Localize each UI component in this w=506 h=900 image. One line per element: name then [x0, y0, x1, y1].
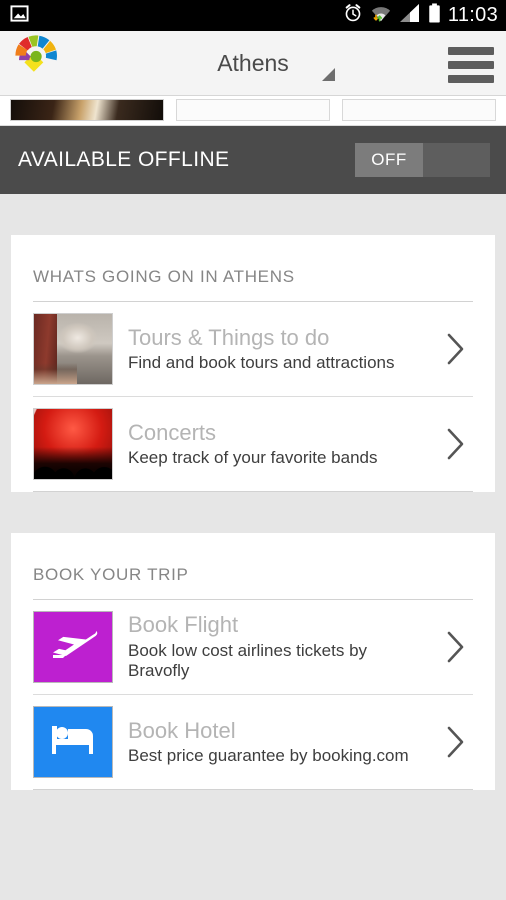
alarm-clock-icon: [343, 3, 363, 28]
hamburger-bar: [448, 61, 494, 69]
status-bar-notifications: [10, 4, 29, 28]
section-title: BOOK YOUR TRIP: [33, 533, 473, 600]
section-title: WHATS GOING ON IN ATHENS: [33, 235, 473, 302]
airplane-icon: [44, 625, 102, 670]
image-icon: [10, 4, 29, 28]
status-bar-clock: 11:03: [447, 4, 498, 26]
list-item-subtitle: Book low cost airlines tickets by Bravof…: [128, 640, 368, 681]
chevron-right-icon[interactable]: [439, 427, 473, 461]
list-item-book-hotel[interactable]: Book Hotel Best price guarantee by booki…: [33, 695, 473, 790]
tours-photo-thumbnail: [33, 313, 113, 385]
section-card-book-your-trip: BOOK YOUR TRIP Book Flight Book low cost…: [11, 533, 495, 790]
hamburger-bar: [448, 47, 494, 55]
peek-card-placeholder[interactable]: [342, 99, 496, 121]
list-item-subtitle: Find and book tours and attractions: [128, 352, 395, 372]
list-item-text: Book Hotel Best price guarantee by booki…: [128, 718, 424, 767]
list-item-heading: Concerts: [128, 419, 217, 445]
chevron-right-icon[interactable]: [439, 630, 473, 664]
available-offline-bar: AVAILABLE OFFLINE OFF: [0, 126, 506, 194]
list-item-concerts[interactable]: Concerts Keep track of your favorite ban…: [33, 397, 473, 492]
list-item-heading: Tours & Things to do: [128, 324, 330, 350]
status-bar-system-icons: 11:03: [343, 3, 498, 28]
chevron-right-icon[interactable]: [439, 332, 473, 366]
battery-full-icon: [428, 3, 441, 28]
hotel-tile: [33, 706, 113, 778]
app-logo-pin-icon: [10, 34, 64, 93]
list-item-text: Concerts Keep track of your favorite ban…: [128, 420, 424, 469]
chevron-right-icon[interactable]: [439, 725, 473, 759]
wifi-data-icon: [370, 3, 392, 28]
list-item-heading: Book Flight: [128, 612, 239, 638]
flight-tile: [33, 611, 113, 683]
list-item-text: Tours & Things to do Find and book tours…: [128, 325, 424, 374]
available-offline-toggle[interactable]: OFF: [355, 143, 490, 177]
concert-photo-thumbnail: [33, 408, 113, 480]
page-title: Athens: [217, 49, 289, 76]
toggle-state-label: OFF: [371, 150, 407, 169]
list-item-text: Book Flight Book low cost airlines ticke…: [128, 612, 424, 681]
toggle-knob[interactable]: OFF: [355, 143, 423, 177]
list-item-tours[interactable]: Tours & Things to do Find and book tours…: [33, 302, 473, 397]
bottom-spacer: [11, 790, 495, 870]
mobile-screen: 11:03 Athens AVAILABLE OFFLINE OFF WHATS…: [0, 0, 506, 900]
section-card-whats-going-on: WHATS GOING ON IN ATHENS Tours & Things …: [11, 235, 495, 492]
signal-bars-icon: [399, 3, 421, 28]
list-item-subtitle: Best price guarantee by booking.com: [128, 745, 409, 765]
hamburger-menu-icon[interactable]: [448, 47, 494, 83]
list-item-book-flight[interactable]: Book Flight Book low cost airlines ticke…: [33, 600, 473, 695]
peek-photo-thumbnail[interactable]: [10, 99, 164, 121]
app-logo-button[interactable]: [6, 34, 68, 93]
hamburger-bar: [448, 75, 494, 83]
dropdown-caret-icon[interactable]: [322, 68, 335, 81]
peek-card-placeholder[interactable]: [176, 99, 330, 121]
bed-icon: [46, 720, 100, 765]
list-item-subtitle: Keep track of your favorite bands: [128, 447, 378, 467]
app-bar: Athens: [0, 31, 506, 96]
scrolled-card-strip[interactable]: [0, 96, 506, 126]
list-item-heading: Book Hotel: [128, 717, 236, 743]
status-bar: 11:03: [0, 0, 506, 31]
content-area: WHATS GOING ON IN ATHENS Tours & Things …: [0, 235, 506, 870]
available-offline-label: AVAILABLE OFFLINE: [18, 148, 230, 171]
